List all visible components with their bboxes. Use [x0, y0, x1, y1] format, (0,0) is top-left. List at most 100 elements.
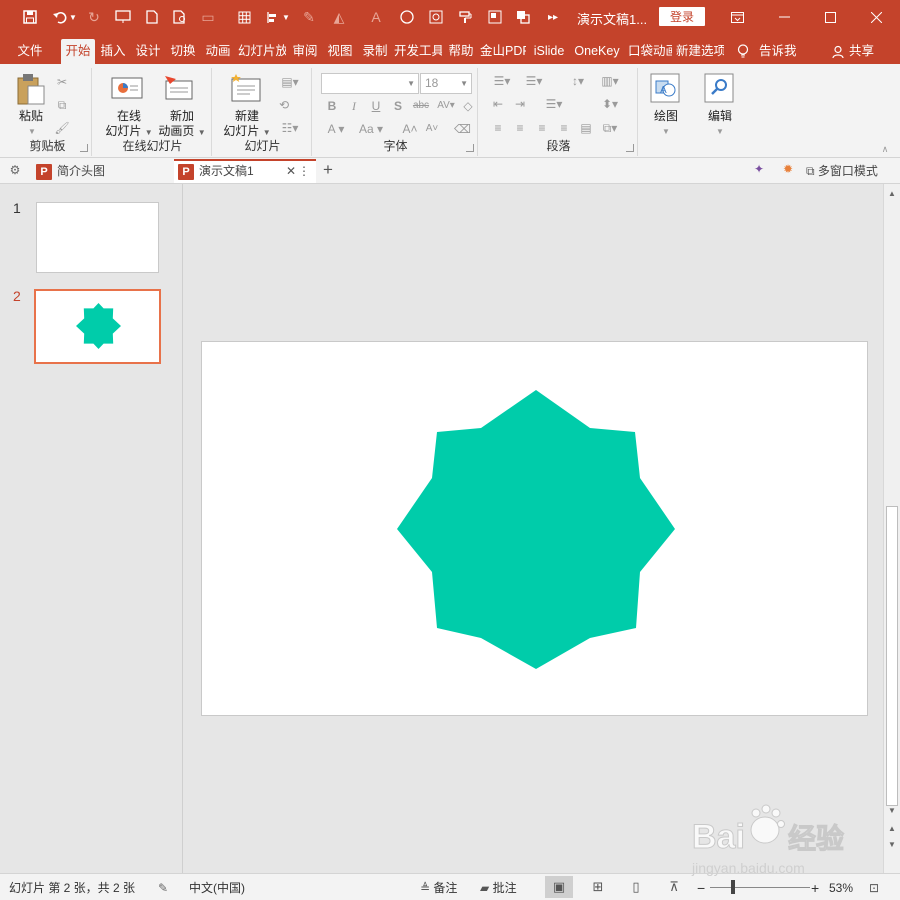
tell-me-search[interactable]: 告诉我 — [737, 39, 797, 64]
tab-developer[interactable]: 开发工具 — [394, 39, 442, 64]
underline-icon[interactable]: U — [368, 99, 384, 113]
tab-help[interactable]: 帮助 — [445, 39, 477, 64]
paragraph-launcher-icon[interactable] — [626, 144, 634, 152]
plugin-gear-icon[interactable]: ✹ — [780, 162, 796, 176]
new-slide-icon[interactable] — [230, 73, 262, 106]
distributed-icon[interactable]: ▤ — [578, 121, 594, 135]
tab-record[interactable]: 录制 — [359, 39, 391, 64]
scroll-down-icon[interactable]: ▼ — [884, 804, 900, 818]
new-slide-button[interactable]: 新建 幻灯片 ▼ — [220, 109, 274, 140]
tab-onekey[interactable]: OneKey — [572, 39, 622, 64]
tab-view[interactable]: 视图 — [324, 39, 356, 64]
tab-transitions[interactable]: 切换 — [167, 39, 199, 64]
increase-indent-icon[interactable]: ⇥ — [512, 97, 528, 111]
font-size-dropdown-icon[interactable]: ▼ — [460, 74, 468, 93]
print-preview-icon[interactable] — [170, 7, 190, 27]
section-icon[interactable]: ☷▾ — [276, 121, 304, 135]
ribbon-display-options-icon[interactable] — [725, 6, 749, 28]
align-dropdown-icon[interactable]: ▼ — [281, 7, 291, 27]
tab-file[interactable]: 文件 — [10, 39, 50, 64]
font-name-dropdown-icon[interactable]: ▼ — [407, 74, 415, 93]
eight-point-star-shape[interactable] — [397, 390, 675, 669]
tab-islide[interactable]: iSlide — [530, 39, 568, 64]
online-slides-button[interactable]: 在线 幻灯片 ▼ — [100, 109, 158, 140]
clear-formatting-icon[interactable]: ⌫ — [454, 122, 471, 136]
font-color-icon[interactable]: A — [366, 7, 386, 27]
smartart-icon[interactable]: ⧉▾ — [598, 121, 622, 135]
change-case-dropdown-icon[interactable]: Aa ▾ — [356, 122, 386, 136]
zoom-slider-track[interactable] — [710, 887, 810, 888]
italic-icon[interactable]: I — [346, 99, 362, 113]
text-effects-icon[interactable]: A ▾ — [324, 122, 348, 136]
reading-view-icon[interactable]: ▯ — [622, 876, 650, 898]
slide-sorter-view-icon[interactable]: ⊞ — [584, 876, 612, 898]
tab-new-options[interactable]: 新建选项 — [676, 39, 724, 64]
zoom-level[interactable]: 53% — [829, 880, 853, 896]
numbering-icon[interactable]: ☰▾ — [522, 74, 546, 88]
align-center-icon[interactable]: ≡ — [512, 121, 528, 135]
notes-button[interactable]: ≜ 备注 — [420, 880, 457, 896]
picture-icon[interactable]: ▭ — [198, 7, 218, 27]
fit-to-window-icon[interactable]: ⊡ — [869, 880, 879, 896]
paste-label[interactable]: 粘贴 — [12, 109, 50, 124]
line-spacing-icon[interactable]: ↕▾ — [566, 74, 590, 88]
tab-kingsoft-pdf[interactable]: 金山PDF — [480, 39, 526, 64]
layout-icon[interactable]: ▤▾ — [276, 75, 304, 89]
reset-icon[interactable]: ⟲ — [276, 98, 292, 112]
zoom-in-icon[interactable]: + — [811, 880, 819, 896]
text-direction-icon[interactable]: ☰▾ — [542, 97, 566, 111]
tab-menu-icon[interactable]: ⋮ — [298, 161, 310, 182]
tab-design[interactable]: 设计 — [132, 39, 164, 64]
online-slides-icon[interactable] — [111, 77, 143, 104]
presentation-icon[interactable] — [113, 7, 133, 27]
scroll-up-icon[interactable]: ▲ — [884, 187, 900, 201]
change-case-icon[interactable]: ◇ — [460, 99, 476, 113]
editing-dropdown-icon[interactable]: ▼ — [712, 125, 728, 139]
maximize-icon[interactable] — [818, 6, 842, 28]
grid-icon[interactable] — [234, 7, 254, 27]
font-name-combo[interactable]: ▼ — [321, 73, 419, 94]
oval-icon[interactable] — [397, 7, 417, 27]
slide-thumbnail-2[interactable] — [34, 289, 161, 364]
add-tab-icon[interactable]: + — [320, 161, 336, 178]
undo-dropdown-icon[interactable]: ▼ — [68, 7, 78, 27]
close-icon[interactable] — [864, 6, 888, 28]
collapse-ribbon-icon[interactable]: ∧ — [877, 142, 893, 156]
align-icon[interactable] — [262, 7, 282, 27]
minimize-icon[interactable] — [772, 6, 796, 28]
new-file-icon[interactable] — [142, 7, 162, 27]
increase-font-icon[interactable]: A˄ — [400, 122, 420, 136]
tab-review[interactable]: 审阅 — [289, 39, 321, 64]
zoom-out-icon[interactable]: − — [697, 880, 705, 896]
slideshow-view-icon[interactable]: ⊼ — [660, 876, 688, 898]
selection-pane-icon[interactable] — [426, 7, 446, 27]
tab-insert[interactable]: 插入 — [97, 39, 129, 64]
clipboard-launcher-icon[interactable] — [80, 144, 88, 152]
fill-icon[interactable]: ◭ — [329, 7, 349, 27]
eyedropper-icon[interactable]: ✎ — [299, 7, 319, 27]
format-painter-icon[interactable] — [456, 7, 476, 27]
undo-icon[interactable] — [50, 7, 70, 27]
more-commands-icon[interactable]: ▸▸ — [543, 7, 563, 27]
format-painter-small-icon[interactable]: 🖌 — [54, 121, 70, 135]
decrease-indent-icon[interactable]: ⇤ — [490, 97, 506, 111]
tab-slideshow[interactable]: 幻灯片放 — [238, 39, 286, 64]
save-icon[interactable] — [20, 7, 40, 27]
share-button[interactable]: 共享 — [832, 39, 874, 64]
tab-settings-icon[interactable]: ⚙ — [7, 163, 23, 177]
editing-icon[interactable] — [704, 73, 734, 106]
magic-wand-icon[interactable]: ✦ — [751, 162, 767, 176]
vertical-scrollbar[interactable]: ▲ ▼ ▲ ▼ — [883, 184, 900, 873]
zoom-slider-thumb[interactable] — [731, 880, 735, 894]
slide-canvas[interactable] — [201, 341, 868, 716]
justify-icon[interactable]: ≡ — [556, 121, 572, 135]
editing-label[interactable]: 编辑 — [698, 109, 742, 124]
language-status[interactable]: 中文(中国) — [189, 880, 245, 896]
scrollbar-thumb[interactable] — [886, 506, 898, 806]
drawing-label[interactable]: 绘图 — [644, 109, 688, 124]
font-launcher-icon[interactable] — [466, 144, 474, 152]
cut-icon[interactable]: ✂ — [54, 75, 70, 89]
previous-slide-icon[interactable]: ▲ — [884, 822, 900, 836]
shadow-icon[interactable]: S — [390, 99, 406, 113]
multi-window-mode-button[interactable]: ⧉ 多窗口模式 — [806, 159, 898, 183]
